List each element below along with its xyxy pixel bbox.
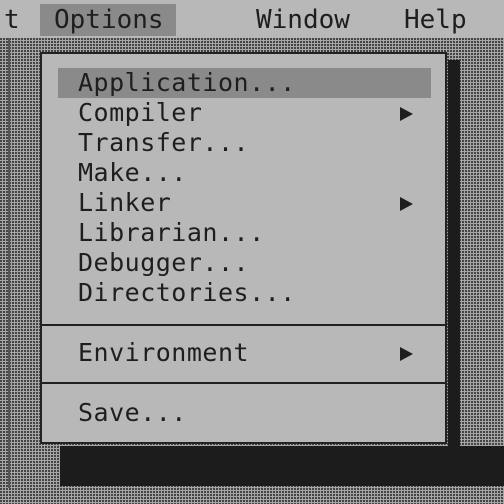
menu-option-label: Debugger... [78,248,250,277]
menu-item-help[interactable]: Help [404,4,467,36]
menu-option-linker[interactable]: Linker [58,188,431,218]
submenu-arrow-icon [400,107,413,121]
submenu-arrow-icon [400,347,413,361]
menu-bar: t Options Window Help [0,0,504,38]
menu-divider [42,324,445,326]
menu-option-label: Save... [78,398,187,427]
menu-divider [42,382,445,384]
menu-item-window[interactable]: Window [256,4,350,36]
menu-item-options[interactable]: Options [40,4,176,36]
menu-option-environment[interactable]: Environment [58,338,431,368]
options-dropdown-menu: Application... Compiler Transfer... Make… [40,52,447,444]
menu-option-make[interactable]: Make... [58,158,431,188]
menu-option-compiler[interactable]: Compiler [58,98,431,128]
submenu-arrow-icon [400,197,413,211]
dropdown-shadow-bottom [60,446,504,486]
screen: t Options Window Help Application... Com… [0,0,504,504]
menu-option-label: Transfer... [78,128,250,157]
menu-option-application[interactable]: Application... [58,68,431,98]
menu-option-label: Make... [78,158,187,187]
menu-option-debugger[interactable]: Debugger... [58,248,431,278]
window-frame-edge [8,38,10,488]
menu-option-save[interactable]: Save... [58,398,431,428]
dropdown-shadow-right [448,60,460,460]
menu-option-label: Application... [78,68,296,97]
menu-option-label: Directories... [78,278,296,307]
menu-option-label: Compiler [78,98,203,127]
menu-option-label: Linker [78,188,172,217]
menu-option-librarian[interactable]: Librarian... [58,218,431,248]
menu-option-label: Environment [78,338,250,367]
menu-option-transfer[interactable]: Transfer... [58,128,431,158]
menu-item-truncated[interactable]: t [4,4,20,36]
menu-option-directories[interactable]: Directories... [58,278,431,308]
menu-option-label: Librarian... [78,218,265,247]
